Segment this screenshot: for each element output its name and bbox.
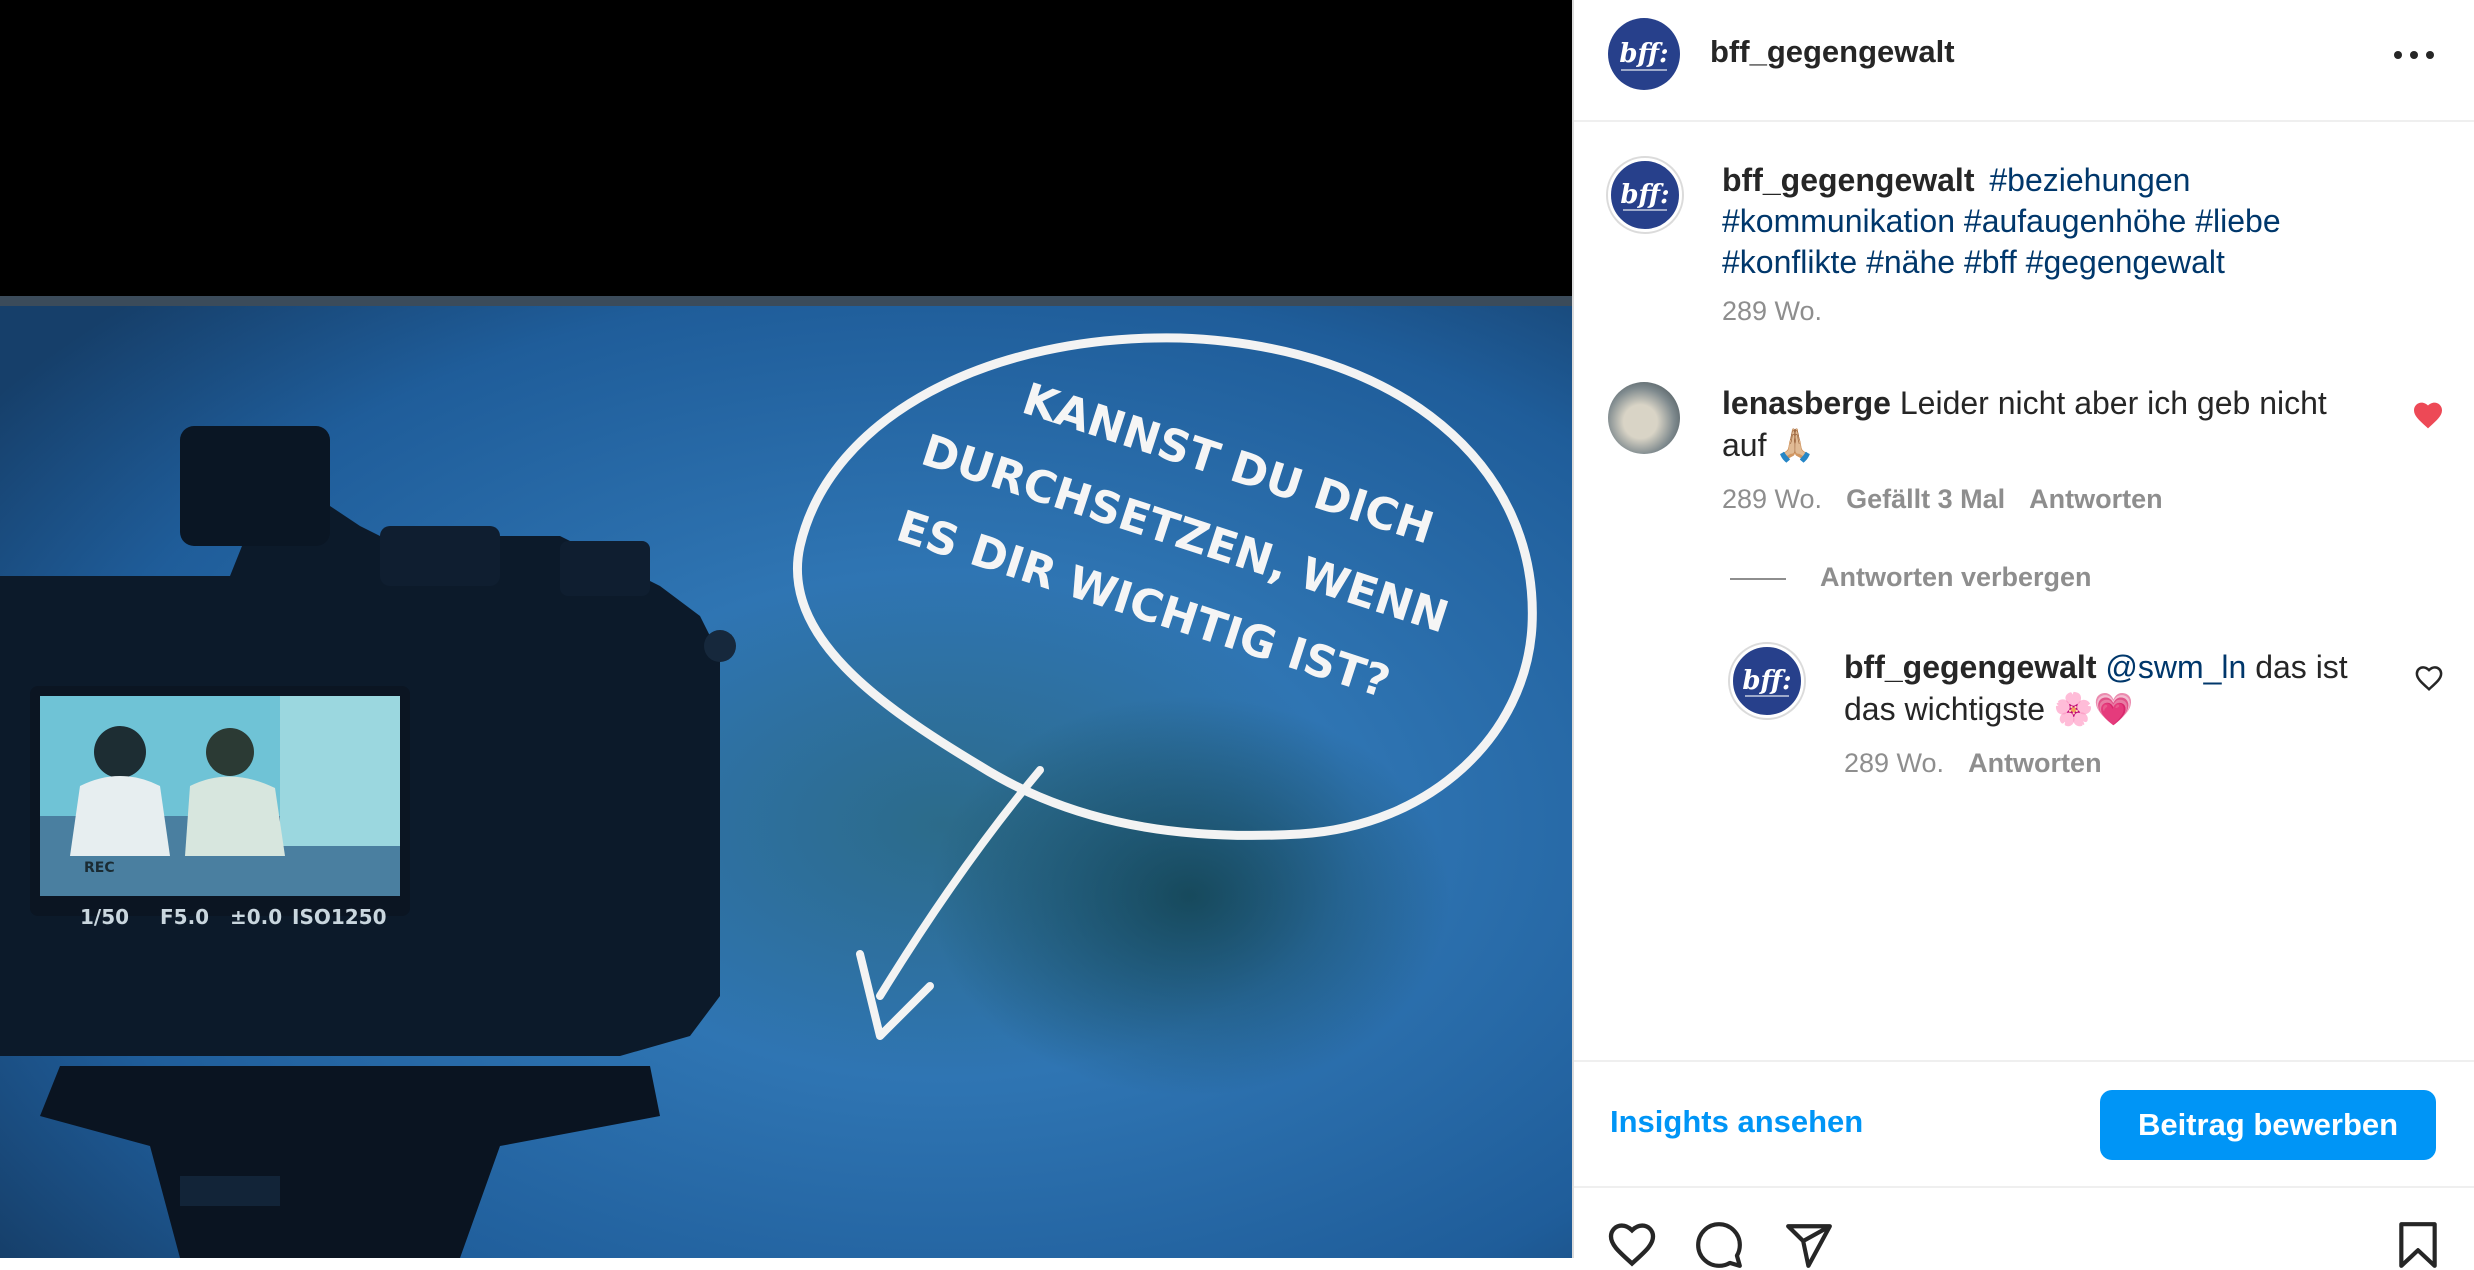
comment-username[interactable]: lenasberge [1722, 385, 1891, 421]
heart-icon[interactable] [1606, 1220, 1658, 1268]
comment-age[interactable]: 289 Wo. [1722, 484, 1822, 514]
post-sidebar: bff: bff_gegengewalt bff: bff_gegengewal… [1572, 0, 2474, 1268]
caption-text: bff_gegengewalt #beziehungen #kommunikat… [1722, 160, 2282, 283]
hide-replies-button[interactable]: Antworten verbergen [1820, 562, 2092, 593]
hashtag-link[interactable]: #konflikte [1722, 244, 1857, 280]
heart-outline-icon[interactable] [2414, 664, 2444, 692]
more-horizontal-icon[interactable] [2394, 40, 2434, 70]
caption-meta: 289 Wo. [1722, 296, 1822, 327]
share-icon[interactable] [1784, 1220, 1834, 1270]
post-action-bar [1574, 1214, 2474, 1268]
reply-mention[interactable]: @swm_ln [2105, 649, 2246, 685]
hashtag-link[interactable]: #nähe [1866, 244, 1955, 280]
hashtag-link[interactable]: #gegengewalt [2026, 244, 2225, 280]
camera-rec-label: REC [84, 860, 115, 876]
author-avatar[interactable]: bff: [1608, 18, 1680, 90]
media-letterbox [0, 0, 1572, 296]
reply-avatar[interactable]: bff: [1730, 644, 1804, 718]
commenter-avatar[interactable] [1608, 382, 1680, 454]
post-dialog: KANNST DU DICH DURCHSETZEN, WENN ES DIR … [0, 0, 2474, 1268]
camera-exposure-readout: ±0.0 [230, 905, 282, 929]
caption-username[interactable]: bff_gegengewalt [1722, 162, 1974, 198]
avatar-logo-text: bff: [1620, 180, 1670, 210]
caption-age[interactable]: 289 Wo. [1722, 296, 1822, 326]
comment-text: lenasberge Leider nicht aber ich geb nic… [1722, 382, 2362, 466]
bookmark-icon[interactable] [2396, 1220, 2440, 1270]
comment-likes-link[interactable]: Gefällt 3 Mal [1846, 484, 2005, 514]
hashtag-link[interactable]: #liebe [2195, 203, 2280, 239]
camera-shutter-readout: 1/50 [80, 905, 129, 929]
promote-post-button[interactable]: Beitrag bewerben [2100, 1090, 2436, 1160]
reply-reply-button[interactable]: Antworten [1968, 748, 2101, 778]
hashtag-link[interactable]: #kommunikation [1722, 203, 1955, 239]
comment-reply-button[interactable]: Antworten [2029, 484, 2162, 514]
caption-avatar[interactable]: bff: [1608, 158, 1682, 232]
camera-aperture-readout: F5.0 [160, 905, 209, 929]
post-header: bff: bff_gegengewalt [1574, 0, 2474, 122]
view-insights-link[interactable]: Insights ansehen [1610, 1104, 1863, 1140]
reply-username[interactable]: bff_gegengewalt [1844, 649, 2096, 685]
liked-heart-icon[interactable] [2412, 400, 2444, 430]
comment-icon[interactable] [1694, 1220, 1744, 1270]
reply-age[interactable]: 289 Wo. [1844, 748, 1944, 778]
hashtag-link[interactable]: #beziehungen [1989, 162, 2190, 198]
author-username[interactable]: bff_gegengewalt [1710, 34, 1955, 70]
avatar-logo-text: bff: [1742, 666, 1792, 696]
reply-text: bff_gegengewalt @swm_ln das ist das wich… [1844, 646, 2364, 730]
replies-divider [1730, 578, 1786, 580]
hashtag-link[interactable]: #bff [1964, 244, 2017, 280]
post-image-illustration: KANNST DU DICH DURCHSETZEN, WENN ES DIR … [0, 296, 1572, 1258]
hashtag-link[interactable]: #aufaugenhöhe [1964, 203, 2186, 239]
avatar-logo-text: bff: [1619, 39, 1669, 69]
owner-actions: Insights ansehen Beitrag bewerben [1574, 1060, 2474, 1188]
camera-iso-readout: ISO1250 [292, 905, 387, 929]
comment-meta: 289 Wo. Gefällt 3 Mal Antworten [1722, 484, 2163, 515]
reply-meta: 289 Wo. Antworten [1844, 748, 2102, 779]
post-image: KANNST DU DICH DURCHSETZEN, WENN ES DIR … [0, 296, 1572, 1258]
post-media[interactable]: KANNST DU DICH DURCHSETZEN, WENN ES DIR … [0, 0, 1572, 1258]
